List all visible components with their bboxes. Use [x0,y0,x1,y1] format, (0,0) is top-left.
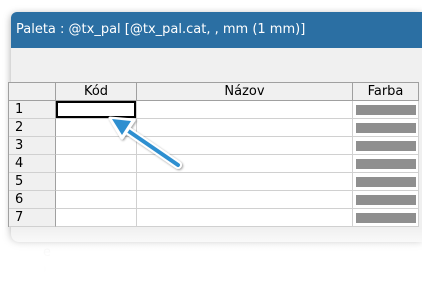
kod-cell[interactable] [56,119,137,137]
color-swatch[interactable] [356,213,416,223]
row-number[interactable]: 4 [9,155,56,173]
table-row: 2 [9,119,419,137]
farba-cell[interactable] [353,119,419,137]
row-number[interactable]: 2 [9,119,56,137]
grid-header-row: Kód Názov Farba [9,83,419,101]
nazov-cell[interactable] [137,155,353,173]
nazov-cell[interactable] [137,119,353,137]
color-swatch[interactable] [356,123,416,133]
color-swatch[interactable] [356,195,416,205]
nazov-cell[interactable] [137,209,353,227]
kod-cell[interactable] [56,191,137,209]
palette-grid: Kód Názov Farba 1234567 [8,82,419,227]
column-header-kod[interactable]: Kód [56,83,137,101]
table-row: 3 [9,137,419,155]
bottom-fade [0,228,422,293]
kod-cell[interactable] [56,173,137,191]
nazov-cell[interactable] [137,191,353,209]
table-row: 5 [9,173,419,191]
farba-cell[interactable] [353,101,419,119]
column-header-farba[interactable]: Farba [353,83,419,101]
color-swatch[interactable] [356,105,416,115]
window-title: Paleta : @tx_pal [@tx_pal.cat, , mm (1 m… [16,22,306,37]
row-number[interactable]: 7 [9,209,56,227]
nazov-cell[interactable] [137,173,353,191]
row-number[interactable]: 3 [9,137,56,155]
table-row: 6 [9,191,419,209]
row-number[interactable]: 5 [9,173,56,191]
table-row: 4 [9,155,419,173]
header-corner[interactable] [9,83,56,101]
row-number[interactable]: 6 [9,191,56,209]
farba-cell[interactable] [353,155,419,173]
grid-body: 1234567 [9,101,419,227]
screenshot-stage: Paleta : @tx_pal [@tx_pal.cat, , mm (1 m… [0,0,422,293]
farba-cell[interactable] [353,137,419,155]
farba-cell[interactable] [353,191,419,209]
kod-cell[interactable] [56,137,137,155]
farba-cell[interactable] [353,209,419,227]
kod-cell-selected[interactable] [56,101,137,119]
kod-cell[interactable] [56,155,137,173]
farba-cell[interactable] [353,173,419,191]
row-number[interactable]: 1 [9,101,56,119]
column-header-nazov[interactable]: Názov [137,83,353,101]
table-row: 7 [9,209,419,227]
title-bar[interactable]: Paleta : @tx_pal [@tx_pal.cat, , mm (1 m… [11,12,422,48]
nazov-cell[interactable] [137,137,353,155]
color-swatch[interactable] [356,141,416,151]
color-swatch[interactable] [356,159,416,169]
color-swatch[interactable] [356,177,416,187]
kod-cell[interactable] [56,209,137,227]
table-row: 1 [9,101,419,119]
nazov-cell[interactable] [137,101,353,119]
